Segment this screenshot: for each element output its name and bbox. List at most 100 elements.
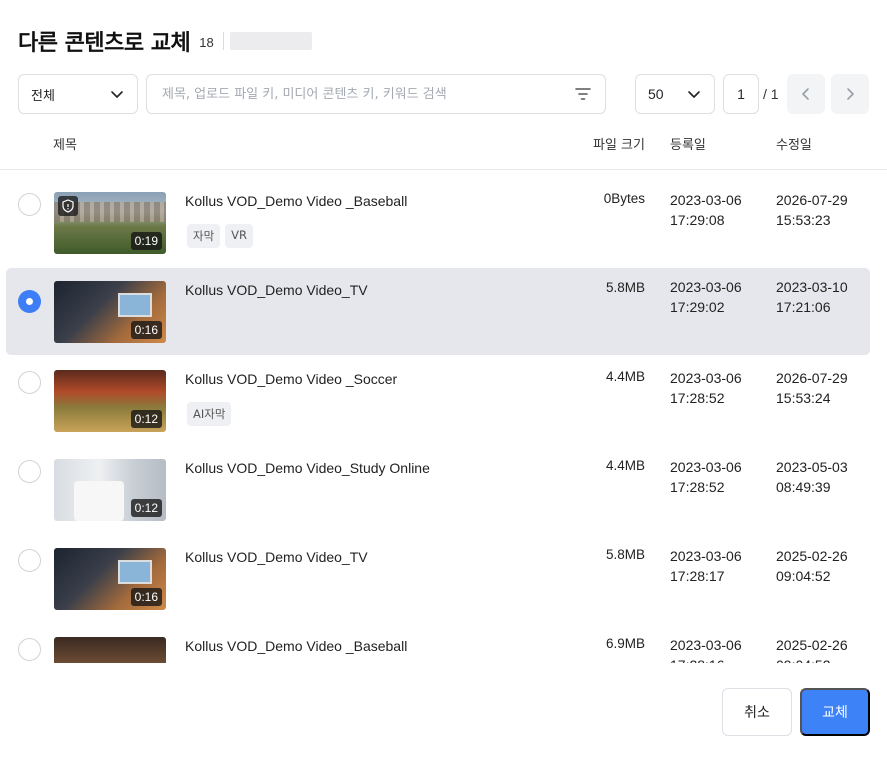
registered-date: 2023-03-06 17:28:17	[670, 546, 742, 586]
row-radio[interactable]	[18, 193, 41, 216]
content-count: 18	[199, 34, 214, 50]
page-total: / 1	[763, 86, 779, 102]
registered-date-time: 17:29:08	[670, 212, 725, 228]
row-radio[interactable]	[18, 290, 41, 313]
table-row[interactable]: 0:12 Kollus VOD_Demo Video _Soccer AI자막 …	[6, 349, 870, 436]
modified-date: 2026-07-29 15:53:23	[776, 190, 848, 230]
table-row[interactable]: Kollus VOD_Demo Video _Baseball 6.9MB 20…	[6, 616, 870, 663]
modified-date: 2023-05-03 08:49:39	[776, 457, 848, 497]
registered-date-day: 2023-03-06	[670, 637, 742, 653]
video-title: Kollus VOD_Demo Video _Baseball	[185, 193, 408, 209]
registered-date-time: 17:28:16	[670, 655, 742, 663]
file-size: 4.4MB	[605, 458, 645, 473]
video-duration: 0:12	[130, 410, 162, 428]
registered-date: 2023-03-06 17:28:52	[670, 457, 742, 497]
tag-list: AI자막	[187, 402, 232, 426]
modified-date-time: 17:21:06	[776, 299, 831, 315]
row-radio[interactable]	[18, 371, 41, 394]
modified-date-time: 15:53:24	[776, 390, 831, 406]
video-duration: 0:19	[130, 232, 162, 250]
page-size-select[interactable]: 50	[635, 74, 715, 114]
tag-list: 자막 VR	[187, 224, 254, 248]
chevron-right-icon	[847, 88, 854, 100]
chevron-down-icon	[111, 91, 123, 98]
chevron-down-icon	[688, 91, 700, 98]
row-radio[interactable]	[18, 460, 41, 483]
search-box	[146, 74, 606, 114]
registered-date-time: 17:28:52	[670, 390, 725, 406]
modified-date-time: 08:49:39	[776, 479, 831, 495]
registered-date: 2023-03-06 17:28:16	[670, 635, 742, 663]
row-radio[interactable]	[18, 638, 41, 661]
shield-icon	[58, 196, 78, 216]
file-size: 5.8MB	[605, 547, 645, 562]
content-list: 0:19 Kollus VOD_Demo Video _Baseball 자막 …	[0, 171, 887, 663]
modified-date-day: 2026-07-29	[776, 192, 848, 208]
modified-date: 2025-02-26 09:04:52	[776, 635, 848, 663]
video-thumbnail: 0:16	[54, 281, 166, 343]
table-row[interactable]: 0:19 Kollus VOD_Demo Video _Baseball 자막 …	[6, 171, 870, 258]
modified-date-day: 2025-02-26	[776, 637, 848, 653]
modified-date-time: 09:04:52	[776, 655, 848, 663]
tag-badge: VR	[225, 224, 254, 248]
next-page-button[interactable]	[831, 74, 869, 114]
registered-date-time: 17:28:52	[670, 479, 725, 495]
table-row[interactable]: 0:16 Kollus VOD_Demo Video_TV 5.8MB 2023…	[6, 527, 870, 614]
video-thumbnail: 0:19	[54, 192, 166, 254]
modified-date: 2025-02-26 09:04:52	[776, 546, 848, 586]
video-title: Kollus VOD_Demo Video_Study Online	[185, 460, 430, 476]
video-thumbnail: 0:12	[54, 459, 166, 521]
modified-date-day: 2023-05-03	[776, 459, 848, 475]
cancel-button[interactable]: 취소	[722, 688, 792, 736]
page-number-input[interactable]: 1	[723, 74, 759, 114]
column-size[interactable]: 파일 크기	[593, 134, 645, 153]
page-size-label: 50	[648, 86, 664, 102]
video-thumbnail: 0:12	[54, 370, 166, 432]
table-header: 제목 파일 크기 등록일 수정일	[0, 118, 887, 170]
toolbar: 전체 50 1 / 1	[18, 74, 870, 114]
video-thumbnail: 0:16	[54, 548, 166, 610]
column-title[interactable]: 제목	[53, 134, 77, 153]
video-title: Kollus VOD_Demo Video_TV	[185, 282, 368, 298]
header-placeholder	[229, 32, 312, 50]
registered-date: 2023-03-06 17:29:08	[670, 190, 742, 230]
tag-badge: AI자막	[187, 402, 232, 426]
tag-badge: 자막	[187, 224, 221, 248]
registered-date-time: 17:28:17	[670, 568, 725, 584]
video-title: Kollus VOD_Demo Video _Soccer	[185, 371, 398, 387]
registered-date-day: 2023-03-06	[670, 279, 742, 295]
modified-date-day: 2025-02-26	[776, 548, 848, 564]
video-duration: 0:16	[130, 321, 162, 339]
dialog-header: 다른 콘텐츠로 교체 18	[18, 26, 312, 56]
prev-page-button[interactable]	[787, 74, 825, 114]
search-input[interactable]	[162, 86, 573, 102]
modified-date-time: 09:04:52	[776, 568, 831, 584]
registered-date-day: 2023-03-06	[670, 548, 742, 564]
modified-date-day: 2023-03-10	[776, 279, 848, 295]
registered-date-time: 17:29:02	[670, 299, 725, 315]
registered-date-day: 2023-03-06	[670, 370, 742, 386]
filter-select[interactable]: 전체	[18, 74, 138, 114]
dialog-title: 다른 콘텐츠로 교체	[18, 31, 191, 56]
registered-date: 2023-03-06 17:29:02	[670, 277, 742, 317]
video-duration: 0:12	[130, 499, 162, 517]
modified-date: 2026-07-29 15:53:24	[776, 368, 848, 408]
replace-button[interactable]: 교체	[800, 688, 870, 736]
column-registered[interactable]: 등록일	[670, 134, 706, 153]
video-thumbnail	[54, 637, 166, 663]
file-size: 4.4MB	[605, 369, 645, 384]
table-row[interactable]: 0:16 Kollus VOD_Demo Video_TV 5.8MB 2023…	[6, 268, 870, 355]
file-size: 0Bytes	[603, 191, 645, 206]
file-size: 5.8MB	[605, 280, 645, 295]
video-title: Kollus VOD_Demo Video _Baseball	[185, 638, 408, 654]
table-row[interactable]: 0:12 Kollus VOD_Demo Video_Study Online …	[6, 438, 870, 525]
modified-date: 2023-03-10 17:21:06	[776, 277, 848, 317]
replace-content-dialog: 다른 콘텐츠로 교체 18 전체 50 1 / 1 제목 파일 크기 등록일 수	[0, 0, 887, 758]
row-radio[interactable]	[18, 549, 41, 572]
video-duration: 0:16	[130, 588, 162, 606]
file-size: 6.9MB	[605, 636, 645, 651]
filter-select-label: 전체	[31, 88, 55, 104]
filter-icon[interactable]	[573, 84, 593, 104]
column-modified[interactable]: 수정일	[776, 134, 812, 153]
header-divider	[222, 32, 224, 50]
